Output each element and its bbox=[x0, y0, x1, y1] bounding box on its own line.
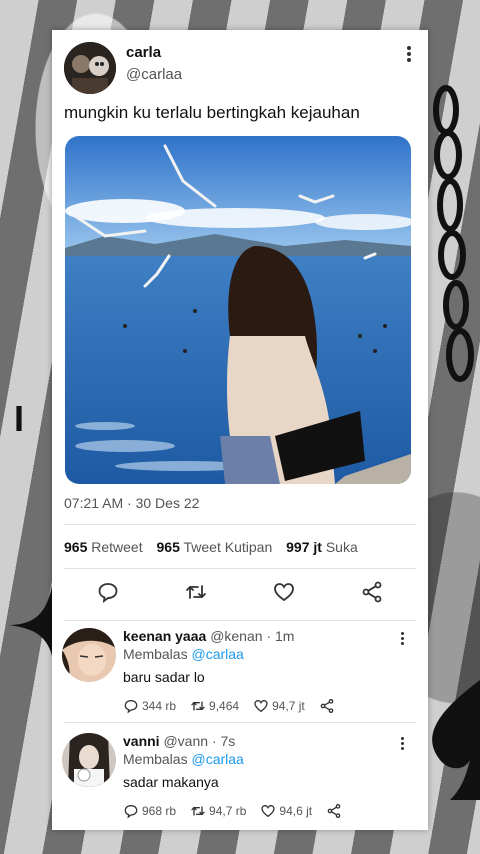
comment-count: 968 rb bbox=[142, 804, 177, 818]
reply-time: · 7s bbox=[211, 733, 236, 749]
retweet-count: 9,464 bbox=[209, 699, 240, 713]
tweet-stats: 965 Retweet 965 Tweet Kutipan 997 jt Suk… bbox=[64, 539, 358, 555]
comment-icon bbox=[124, 804, 138, 819]
author-avatar[interactable] bbox=[64, 42, 116, 94]
reply-text: sadar makanya bbox=[123, 774, 219, 790]
divider bbox=[64, 568, 416, 569]
reply-retweet-action[interactable]: 9,464 bbox=[190, 698, 239, 714]
heart-icon[interactable] bbox=[272, 580, 296, 604]
replying-to: Membalas @carlaa bbox=[123, 646, 244, 662]
mention-link[interactable]: @carlaa bbox=[191, 646, 243, 662]
like-count[interactable]: 997 jt bbox=[286, 539, 322, 555]
author-handle[interactable]: @carlaa bbox=[126, 66, 182, 83]
reply-more-icon[interactable] bbox=[398, 630, 406, 646]
reply-author-name[interactable]: vanni bbox=[123, 733, 160, 749]
retweet-label[interactable]: Retweet bbox=[91, 539, 142, 555]
reply-comment-action[interactable]: 968 rb bbox=[123, 803, 176, 819]
reply-icon[interactable] bbox=[96, 580, 120, 604]
quote-label[interactable]: Tweet Kutipan bbox=[184, 539, 273, 555]
author-name[interactable]: carla bbox=[126, 44, 161, 61]
reply-more-icon[interactable] bbox=[398, 735, 406, 751]
replying-label: Membalas bbox=[123, 646, 188, 662]
divider bbox=[64, 620, 416, 621]
replying-label: Membalas bbox=[123, 751, 188, 767]
reply-item[interactable]: vanni @vann · 7s Membalas @carlaa sadar … bbox=[52, 727, 428, 827]
reply-actions: 344 rb 9,464 94,7 jt bbox=[123, 698, 352, 714]
share-icon[interactable] bbox=[360, 580, 384, 604]
comment-count: 344 rb bbox=[142, 699, 177, 713]
chain-decoration bbox=[433, 85, 474, 382]
retweet-icon[interactable] bbox=[184, 580, 208, 604]
reply-actions: 968 rb 94,7 rb 94,6 jt bbox=[123, 803, 359, 819]
tweet-text: mungkin ku terlalu bertingkah kejauhan bbox=[64, 103, 360, 122]
like-label[interactable]: Suka bbox=[326, 539, 358, 555]
reply-text: baru sadar lo bbox=[123, 669, 205, 685]
like-count: 94,7 jt bbox=[272, 699, 305, 713]
reply-share-action[interactable] bbox=[326, 803, 345, 819]
retweet-count[interactable]: 965 bbox=[64, 539, 87, 555]
spade-decoration bbox=[432, 680, 480, 800]
reply-author-handle[interactable]: @kenan bbox=[210, 628, 262, 644]
quote-count[interactable]: 965 bbox=[157, 539, 180, 555]
retweet-icon bbox=[191, 701, 205, 711]
heart-icon bbox=[261, 804, 276, 818]
star-decoration bbox=[8, 580, 53, 660]
tweet-card: carla @carlaa mungkin ku terlalu berting… bbox=[52, 30, 428, 830]
reply-comment-action[interactable]: 344 rb bbox=[123, 698, 176, 714]
divider bbox=[64, 722, 416, 723]
share-icon bbox=[320, 699, 334, 713]
reply-author-name[interactable]: keenan yaaa bbox=[123, 628, 206, 644]
reply-author-handle[interactable]: @vann bbox=[163, 733, 208, 749]
reply-share-action[interactable] bbox=[319, 698, 338, 714]
decor-letter: I bbox=[14, 398, 25, 439]
comment-icon bbox=[124, 699, 138, 714]
tweet-actions bbox=[64, 580, 416, 608]
divider bbox=[64, 524, 416, 525]
reply-like-action[interactable]: 94,7 jt bbox=[253, 698, 305, 714]
more-options-icon[interactable] bbox=[404, 44, 414, 64]
reply-avatar[interactable] bbox=[62, 628, 116, 682]
reply-time: · 1m bbox=[266, 628, 295, 644]
retweet-icon bbox=[191, 806, 205, 816]
mention-link[interactable]: @carlaa bbox=[191, 751, 243, 767]
reply-item[interactable]: keenan yaaa @kenan · 1m Membalas @carlaa… bbox=[52, 622, 428, 722]
tweet-timestamp: 07:21 AM · 30 Des 22 bbox=[64, 495, 200, 511]
reply-retweet-action[interactable]: 94,7 rb bbox=[190, 803, 246, 819]
heart-icon bbox=[254, 699, 268, 713]
replying-to: Membalas @carlaa bbox=[123, 751, 244, 767]
retweet-count: 94,7 rb bbox=[209, 804, 247, 818]
tweet-photo[interactable] bbox=[65, 136, 411, 484]
like-count: 94,6 jt bbox=[279, 804, 313, 818]
share-icon bbox=[327, 804, 341, 818]
reply-like-action[interactable]: 94,6 jt bbox=[260, 803, 312, 819]
reply-avatar[interactable] bbox=[62, 733, 116, 787]
